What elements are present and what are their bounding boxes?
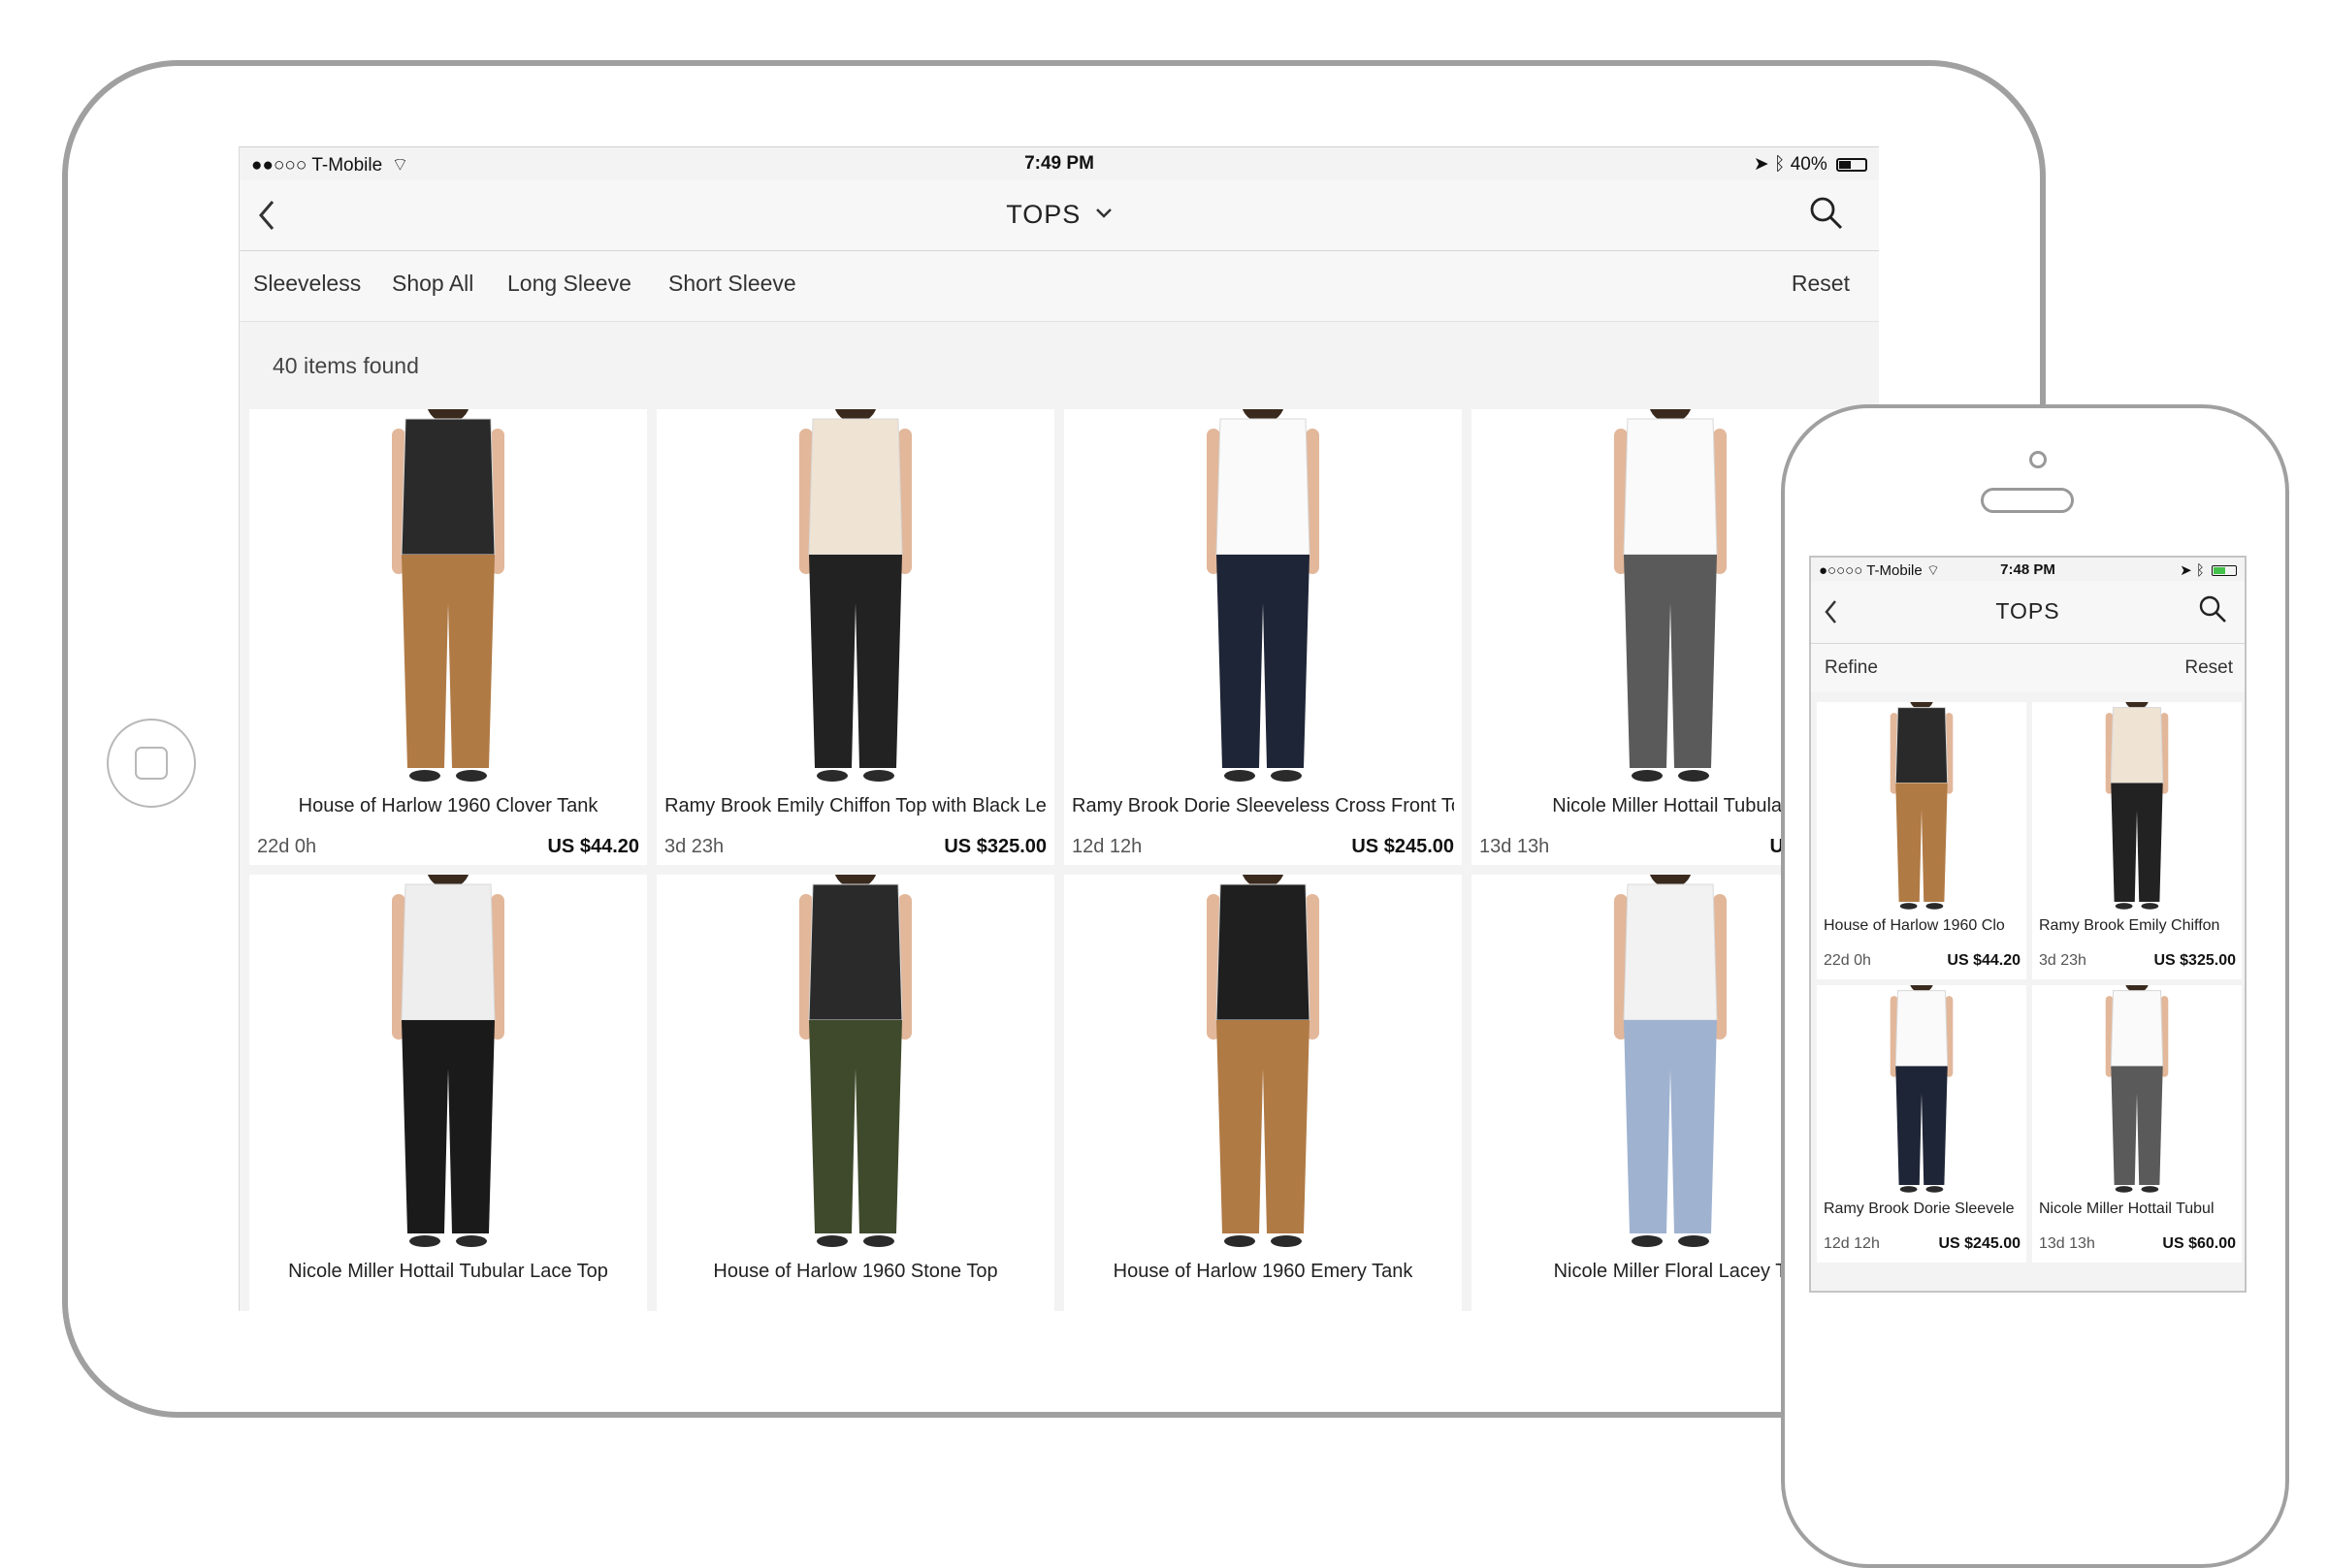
product-price: US $325.00 xyxy=(944,836,1047,857)
product-name: Ramy Brook Emily Chiffon xyxy=(2039,917,2220,934)
refine-button[interactable]: Refine xyxy=(1825,657,1878,679)
phone-page-title: TOPS xyxy=(1995,598,2060,624)
reset-button[interactable]: Reset xyxy=(1792,271,1850,297)
product-price: US $44.20 xyxy=(547,836,639,857)
product-card[interactable]: House of Harlow 1960 Clover Tank 22d 0h US… xyxy=(249,409,647,865)
time-remaining: 22d 0h xyxy=(257,836,317,857)
product-photo xyxy=(1890,702,1954,910)
product-card[interactable]: Ramy Brook Dorie Sleevele 12d 12h US $245.… xyxy=(1817,985,2026,1263)
product-price: US $44.20 xyxy=(1947,952,2021,969)
time-remaining: 12d 12h xyxy=(1824,1235,1880,1252)
category-dropdown[interactable]: TOPS xyxy=(240,200,1879,230)
product-photo xyxy=(1207,875,1319,1247)
product-name: House of Harlow 1960 Clo xyxy=(1824,917,2005,934)
product-image[interactable] xyxy=(2032,985,2242,1195)
product-card[interactable]: House of Harlow 1960 Clo 22d 0h US $44.20 xyxy=(1817,702,2026,979)
product-image[interactable] xyxy=(1064,875,1462,1251)
battery-icon xyxy=(1836,158,1867,172)
product-image[interactable] xyxy=(1817,702,2026,912)
product-image[interactable] xyxy=(1817,985,2026,1195)
time-remaining: 22d 0h xyxy=(1824,952,1871,969)
product-photo xyxy=(2105,702,2169,910)
product-photo xyxy=(1207,409,1319,782)
camera-icon xyxy=(2029,451,2047,468)
phone-navigation-bar: TOPS xyxy=(1811,581,2245,644)
clock-label: 7:49 PM xyxy=(1024,153,1094,174)
product-price: US $245.00 xyxy=(1351,836,1454,857)
product-card[interactable]: Ramy Brook Emily Chiffon 3d 23h US $325.00 xyxy=(2032,702,2242,979)
product-price: US $325.00 xyxy=(2153,952,2236,969)
product-image[interactable] xyxy=(2032,702,2242,912)
product-photo xyxy=(392,875,504,1247)
product-name: House of Harlow 1960 Clover Tank xyxy=(298,795,598,816)
refine-bar: Refine Reset xyxy=(1811,644,2245,692)
product-price: US $60.00 xyxy=(2162,1235,2236,1252)
time-remaining: 13d 13h xyxy=(2039,1235,2095,1252)
product-photo xyxy=(1890,985,1954,1193)
product-name: Nicole Miller Hottail Tubul xyxy=(2039,1200,2215,1217)
filter-shop-all[interactable]: Shop All xyxy=(392,271,473,297)
search-icon[interactable] xyxy=(1809,196,1844,231)
location-icon: ➤ xyxy=(1753,154,1769,175)
page-title: TOPS xyxy=(1006,200,1082,229)
items-found-count: 40 items found xyxy=(273,353,419,378)
product-name: House of Harlow 1960 Emery Tank xyxy=(1113,1261,1413,1282)
filter-sleeveless[interactable]: Sleeveless xyxy=(253,271,361,297)
product-name: Nicole Miller Hottail Tubular Lace Top xyxy=(288,1261,608,1282)
time-remaining: 3d 23h xyxy=(664,836,725,857)
speaker-grille xyxy=(1981,488,2074,513)
bluetooth-icon: ᛒ xyxy=(2195,562,2205,579)
time-remaining: 13d 13h xyxy=(1479,836,1550,857)
product-image[interactable] xyxy=(657,409,1054,785)
product-photo xyxy=(392,409,504,782)
battery-percent: 40% xyxy=(1790,154,1827,175)
location-icon: ➤ xyxy=(2180,562,2192,579)
product-card[interactable]: Ramy Brook Dorie Sleeveless Cross Front … xyxy=(1064,409,1462,865)
product-card[interactable]: Nicole Miller Hottail Tubular Lace Top xyxy=(249,875,647,1311)
filter-long-sleeve[interactable]: Long Sleeve xyxy=(507,271,631,297)
filter-bar: Sleeveless Shop All Long Sleeve Short Sl… xyxy=(240,251,1879,322)
product-image[interactable] xyxy=(1064,409,1462,785)
product-card[interactable]: Nicole Miller Hottail Tubul 13d 13h US $60… xyxy=(2032,985,2242,1263)
home-button[interactable] xyxy=(107,719,196,808)
product-name: Ramy Brook Dorie Sleeveless Cross Front … xyxy=(1072,795,1454,816)
tablet-screen: ●●○○○ T-Mobile ⌔ 7:49 PM ➤ ᛒ 40% TOPS Sl… xyxy=(239,146,1879,1311)
navigation-bar: TOPS xyxy=(240,180,1879,251)
product-image[interactable] xyxy=(249,409,647,785)
product-name: House of Harlow 1960 Stone Top xyxy=(713,1261,998,1282)
time-remaining: 3d 23h xyxy=(2039,952,2086,969)
bluetooth-icon: ᛒ xyxy=(1774,154,1786,175)
search-icon[interactable] xyxy=(2198,594,2227,624)
product-image[interactable] xyxy=(249,875,647,1251)
product-card[interactable]: Ramy Brook Emily Chiffon Top with Black … xyxy=(657,409,1054,865)
product-card[interactable]: House of Harlow 1960 Stone Top xyxy=(657,875,1054,1311)
product-image[interactable] xyxy=(657,875,1054,1251)
product-name: Ramy Brook Emily Chiffon Top with Black … xyxy=(664,795,1047,816)
time-remaining: 12d 12h xyxy=(1072,836,1143,857)
chevron-down-icon xyxy=(1095,208,1113,219)
product-photo xyxy=(799,875,912,1247)
product-photo xyxy=(799,409,912,782)
phone-reset-button[interactable]: Reset xyxy=(2184,657,2233,679)
phone-status-bar: ●○○○○ T-Mobile ⌔ 7:48 PM ➤ ᛒ xyxy=(1811,558,2245,581)
phone-screen: ●○○○○ T-Mobile ⌔ 7:48 PM ➤ ᛒ TOPS Refine… xyxy=(1809,556,2247,1293)
battery-charging-icon xyxy=(2212,565,2237,576)
product-name: Ramy Brook Dorie Sleevele xyxy=(1824,1200,2015,1217)
product-card[interactable]: House of Harlow 1960 Emery Tank xyxy=(1064,875,1462,1311)
filter-short-sleeve[interactable]: Short Sleeve xyxy=(668,271,796,297)
status-bar: ●●○○○ T-Mobile ⌔ 7:49 PM ➤ ᛒ 40% xyxy=(240,147,1879,180)
product-price: US $245.00 xyxy=(1938,1235,2021,1252)
product-photo xyxy=(2105,985,2169,1193)
